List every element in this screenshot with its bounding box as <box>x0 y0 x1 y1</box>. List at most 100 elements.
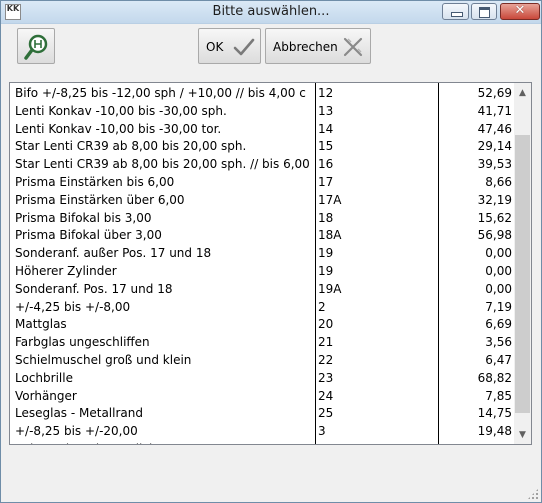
ok-button[interactable]: OK <box>198 28 261 64</box>
row-position: 20 <box>318 317 334 332</box>
list-row[interactable]: +/-4,25 bis +/-8,00 2 7,19 <box>10 298 514 316</box>
dialog-window: KK Bitte auswählen... ✕ OK Abbrechen Bif… <box>0 0 542 503</box>
row-description: Sonderanf. Pos. 17 und 18 <box>15 281 173 296</box>
row-description: Farbglas ungeschliffen <box>15 335 150 350</box>
row-position: 14 <box>318 121 334 136</box>
minimize-icon <box>451 12 463 17</box>
vertical-scrollbar[interactable]: ▲ ▼ <box>514 83 531 444</box>
row-price: 29,14 <box>477 139 512 154</box>
row-position: 18A <box>318 228 342 243</box>
row-position: 24 <box>318 388 334 403</box>
row-position: 12 <box>318 86 334 100</box>
row-price: 0,00 <box>485 264 512 278</box>
list-row[interactable]: Lenti Konkav -10,00 bis -30,00 tor. 14 47,… <box>10 120 514 138</box>
row-description: Lenti Konkav -10,00 bis -30,00 sph. <box>15 103 227 118</box>
scrollbar-thumb[interactable] <box>515 135 530 413</box>
maximize-button[interactable] <box>471 3 497 20</box>
row-position: 19 <box>318 246 334 261</box>
row-position: 15 <box>318 139 334 154</box>
row-description: Prisma Bifokal bis 3,00 <box>15 210 152 225</box>
list-row[interactable]: Höherer Zylinder 19 0,00 <box>10 262 514 280</box>
row-price: 0,00 <box>485 281 512 296</box>
list-row[interactable]: Seitenschutz beweglich 30 6,25 <box>10 440 514 444</box>
row-description: Leseglas - Metallrand <box>15 406 143 421</box>
list-row[interactable]: Star Lenti CR39 ab 8,00 bis 20,00 sph. /… <box>10 155 514 173</box>
magnifier-icon <box>24 34 48 60</box>
search-button[interactable] <box>17 28 55 64</box>
row-position: 30 <box>318 442 333 444</box>
scroll-up-arrow[interactable]: ▲ <box>514 85 531 102</box>
row-price: 8,66 <box>485 175 512 189</box>
list-row[interactable]: Leseglas - Metallrand 25 14,75 <box>10 404 514 422</box>
row-description: +/-8,25 bis +/-20,00 <box>15 424 138 439</box>
row-position: 13 <box>318 103 334 118</box>
list-row[interactable]: +/-8,25 bis +/-20,00 3 19,48 <box>10 422 514 440</box>
row-price: 0,00 <box>485 246 512 261</box>
row-price: 7,85 <box>485 388 512 403</box>
cross-icon <box>343 37 363 57</box>
row-position: 2 <box>318 299 326 314</box>
row-price: 39,53 <box>477 157 512 172</box>
row-price: 6,25 <box>440 442 512 444</box>
row-price: 52,69 <box>477 86 512 100</box>
list-row[interactable]: Sonderanf. außer Pos. 17 und 18 19 0,00 <box>10 244 514 262</box>
list-row[interactable]: Lochbrille 23 68,82 <box>10 369 514 387</box>
row-position: 19 <box>318 264 334 278</box>
row-price: 41,71 <box>477 103 512 118</box>
checkmark-icon <box>233 38 255 56</box>
list-row[interactable]: Mattglas 20 6,69 <box>10 315 514 333</box>
list-row[interactable]: Farbglas ungeschliffen 21 3,56 <box>10 333 514 351</box>
row-position: 21 <box>318 335 334 350</box>
list-row[interactable]: Prisma Bifokal über 3,00 18A 56,98 <box>10 226 514 244</box>
row-description: Lenti Konkav -10,00 bis -30,00 tor. <box>15 121 222 136</box>
row-price: 47,46 <box>477 121 512 136</box>
list-row[interactable]: Star Lenti CR39 ab 8,00 bis 20,00 sph. 15… <box>10 137 514 155</box>
row-price: 3,56 <box>485 335 512 350</box>
row-description: Mattglas <box>15 317 67 332</box>
row-description: Seitenschutz beweglich <box>15 442 313 444</box>
list-row[interactable]: Prisma Einstärken bis 6,00 17 8,66 <box>10 173 514 191</box>
list-row[interactable]: Prisma Bifokal bis 3,00 18 15,62 <box>10 209 514 227</box>
scroll-down-arrow[interactable]: ▼ <box>514 427 531 444</box>
list-row[interactable]: Prisma Einstärken über 6,00 17A 32,19 <box>10 191 514 209</box>
selection-list[interactable]: Bifo +/-8,25 bis -12,00 sph / +10,00 // … <box>9 82 532 445</box>
row-description: Prisma Einstärken über 6,00 <box>15 192 185 207</box>
row-position: 23 <box>318 370 334 385</box>
row-description: Vorhänger <box>15 388 77 403</box>
row-description: Schielmuschel groß und klein <box>15 353 192 367</box>
cancel-button[interactable]: Abbrechen <box>265 28 371 64</box>
row-price: 56,98 <box>477 228 512 243</box>
row-price: 14,75 <box>477 406 512 421</box>
title-bar[interactable]: KK Bitte auswählen... ✕ <box>1 1 541 24</box>
resize-grip[interactable] <box>527 488 539 500</box>
row-description: +/-4,25 bis +/-8,00 <box>15 299 131 314</box>
row-position: 17 <box>318 175 334 189</box>
cancel-button-label: Abbrechen <box>273 40 338 54</box>
list-row[interactable]: Bifo +/-8,25 bis -12,00 sph / +10,00 // … <box>10 84 514 102</box>
list-row[interactable]: Lenti Konkav -10,00 bis -30,00 sph. 13 41,… <box>10 102 514 120</box>
row-description: Lochbrille <box>15 370 73 385</box>
list-row[interactable]: Sonderanf. Pos. 17 und 18 19A 0,00 <box>10 280 514 298</box>
list-row[interactable]: Schielmuschel groß und klein 22 6,47 <box>10 351 514 369</box>
row-description: Höherer Zylinder <box>15 264 117 278</box>
row-price: 6,69 <box>485 317 512 332</box>
close-button[interactable]: ✕ <box>500 3 540 20</box>
list-row[interactable]: Vorhänger 24 7,85 <box>10 387 514 405</box>
ok-button-label: OK <box>206 40 224 54</box>
row-position: 16 <box>318 157 334 172</box>
row-position: 19A <box>318 281 342 296</box>
row-description: Star Lenti CR39 ab 8,00 bis 20,00 sph. <box>15 139 247 154</box>
row-price: 7,19 <box>485 299 512 314</box>
row-price: 68,82 <box>477 370 512 385</box>
minimize-button[interactable] <box>442 3 469 20</box>
row-position: 18 <box>318 210 334 225</box>
row-position: 25 <box>318 406 334 421</box>
row-position: 3 <box>318 424 326 439</box>
row-description: Prisma Einstärken bis 6,00 <box>15 175 175 189</box>
row-price: 32,19 <box>477 192 512 207</box>
row-price: 15,62 <box>477 210 512 225</box>
row-position: 17A <box>318 192 342 207</box>
row-description: Star Lenti CR39 ab 8,00 bis 20,00 sph. /… <box>15 157 310 172</box>
row-description: Sonderanf. außer Pos. 17 und 18 <box>15 246 212 261</box>
row-description: Prisma Bifokal über 3,00 <box>15 228 162 243</box>
